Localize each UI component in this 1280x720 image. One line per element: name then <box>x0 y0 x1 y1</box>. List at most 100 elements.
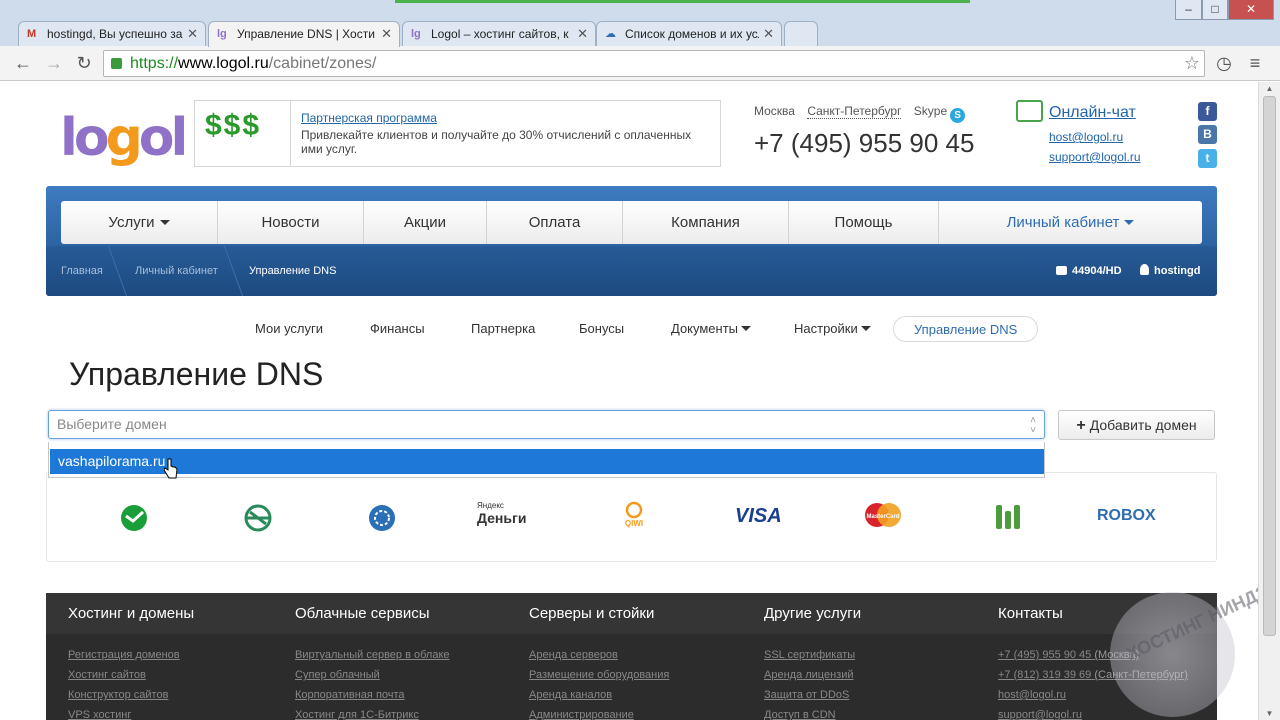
subnav-label: Документы <box>671 321 739 336</box>
domain-option[interactable]: vashapilorama.ru <box>50 449 1044 474</box>
back-arrow-icon[interactable]: ← <box>13 54 33 74</box>
domain-select[interactable]: Выберите домен ˄ ˅ <box>48 410 1045 439</box>
sberbank-icon <box>119 503 149 533</box>
breadcrumb-separator <box>98 246 128 296</box>
footer-link[interactable]: SSL сертификаты <box>764 645 855 665</box>
scrollbar-thumb[interactable] <box>1263 96 1276 636</box>
skype-link[interactable]: Skype <box>914 104 947 118</box>
history-clock-icon[interactable]: ◷ <box>1214 54 1234 74</box>
nav-help[interactable]: Помощь <box>789 201 939 244</box>
account-user[interactable]: hostingd <box>1140 246 1200 296</box>
promo-description: Привлекайте клиентов и получайте до 30% … <box>301 128 692 156</box>
tab-title: hostingd, Вы успешно за <box>47 27 183 41</box>
close-icon[interactable]: ✕ <box>577 26 588 42</box>
browser-tab-gmail[interactable]: M hostingd, Вы успешно за ✕ <box>18 21 206 46</box>
logo-part: ol <box>138 108 189 168</box>
yandex-money-logo: Яндекс Деньги <box>477 501 526 531</box>
close-icon[interactable]: ✕ <box>381 26 392 42</box>
yandex-money-label: Деньги <box>477 510 527 526</box>
minimize-icon[interactable]: – <box>1175 0 1202 20</box>
mastercard-label: MasterCard <box>866 514 899 520</box>
subnav-finance[interactable]: Финансы <box>370 316 425 342</box>
city-spb[interactable]: Санкт-Петербург <box>807 104 902 119</box>
footer-link[interactable]: Аренда серверов <box>529 645 669 665</box>
robox-logo: ROBOX <box>1097 507 1156 524</box>
scroll-down-icon[interactable]: ▼ <box>1259 709 1280 718</box>
scroll-up-icon[interactable]: ▲ <box>1259 84 1280 93</box>
subnav-bonuses[interactable]: Бонусы <box>579 316 624 342</box>
partner-program-link[interactable]: Партнерская программа <box>301 111 437 125</box>
footer-link[interactable]: Хостинг для 1С-Битрикс <box>295 705 450 720</box>
nav-news[interactable]: Новости <box>218 201 364 244</box>
breadcrumb-home[interactable]: Главная <box>61 246 103 296</box>
city-moscow[interactable]: Москва <box>754 104 795 118</box>
footer-link[interactable]: Виртуальный сервер в облаке <box>295 645 450 665</box>
footer-col-servers: Серверы и стойки Аренда серверов Размеще… <box>507 593 742 720</box>
close-icon[interactable]: ✕ <box>763 26 774 42</box>
browser-tab-dns[interactable]: lg Управление DNS | Хости ✕ <box>208 21 400 47</box>
add-domain-button[interactable]: + Добавить домен <box>1058 410 1215 440</box>
footer-link[interactable]: Аренда лицензий <box>764 665 855 685</box>
address-bar[interactable]: https://www.logol.ru/cabinet/zones/ ☆ <box>103 50 1205 77</box>
footer-link[interactable]: Регистрация доменов <box>68 645 180 665</box>
email-support-link[interactable]: support@logol.ru <box>1049 150 1141 164</box>
footer-link[interactable]: Аренда каналов <box>529 685 669 705</box>
page-content: logol $$$ Партнерская программа Привлека… <box>0 82 1258 720</box>
footer-heading: Облачные сервисы <box>273 593 507 634</box>
subnav-dns[interactable]: Управление DNS <box>893 316 1039 342</box>
close-icon[interactable]: ✕ <box>187 26 198 42</box>
chat-icon[interactable] <box>1016 100 1043 122</box>
subnav-settings[interactable]: Настройки <box>794 316 871 342</box>
breadcrumb: Главная Личный кабинет Управление DNS 44… <box>46 246 1217 296</box>
footer-link[interactable]: Конструктор сайтов <box>68 685 180 705</box>
nav-company[interactable]: Компания <box>623 201 789 244</box>
browser-tab-logol[interactable]: lg Logol – хостинг сайтов, к ✕ <box>402 21 596 46</box>
footer-link[interactable]: Администрирование <box>529 705 669 720</box>
bookmark-star-icon[interactable]: ☆ <box>1184 51 1200 76</box>
facebook-icon[interactable]: f <box>1198 102 1217 121</box>
cloud-icon: ☁ <box>605 28 616 40</box>
footer-link[interactable]: +7 (495) 955 90 45 <box>998 649 1091 661</box>
page-scrollbar[interactable]: ▲ ▼ <box>1258 82 1280 720</box>
footer-link[interactable]: Защита от DDoS <box>764 685 855 705</box>
new-tab-button[interactable] <box>784 21 818 46</box>
forward-arrow-icon[interactable]: → <box>44 54 64 74</box>
nav-promotions[interactable]: Акции <box>364 201 487 244</box>
email-host-link[interactable]: host@logol.ru <box>1049 130 1123 144</box>
subnav-partner[interactable]: Партнерка <box>471 316 535 342</box>
nav-label: Личный кабинет <box>1006 214 1120 231</box>
footer-col-cloud: Облачные сервисы Виртуальный сервер в об… <box>273 593 507 720</box>
online-chat-link[interactable]: Онлайн-чат <box>1049 104 1136 122</box>
nav-payment[interactable]: Оплата <box>487 201 623 244</box>
nav-label: Услуги <box>108 214 155 231</box>
logol-favicon-icon: lg <box>411 28 421 40</box>
reload-icon[interactable]: ↻ <box>74 54 94 74</box>
subnav-my-services[interactable]: Мои услуги <box>255 316 323 342</box>
nav-label: Акции <box>404 214 446 231</box>
skype-icon[interactable]: S <box>950 108 966 123</box>
footer-link[interactable]: +7 (812) 319 39 69 <box>998 669 1091 681</box>
payment-globe-icon <box>241 503 275 533</box>
footer-link[interactable]: Корпоративная почта <box>295 685 450 705</box>
nav-label: Компания <box>671 214 740 231</box>
footer-link[interactable]: Супер облачный <box>295 665 450 685</box>
logol-logo[interactable]: logol <box>60 108 189 168</box>
footer-link[interactable]: Хостинг сайтов <box>68 665 180 685</box>
nav-services[interactable]: Услуги <box>61 201 218 244</box>
breadcrumb-account[interactable]: Личный кабинет <box>135 246 218 296</box>
window-close-icon[interactable]: ✕ <box>1228 0 1274 20</box>
nav-personal-account[interactable]: Личный кабинет <box>939 201 1202 244</box>
dollar-signs-icon: $$$ <box>195 101 291 166</box>
footer-link[interactable]: Размещение оборудования <box>529 665 669 685</box>
subnav-documents[interactable]: Документы <box>671 316 752 342</box>
partner-promo-banner[interactable]: $$$ Партнерская программа Привлекайте кл… <box>194 100 721 167</box>
menu-icon[interactable]: ≡ <box>1245 54 1265 74</box>
browser-tab-domains[interactable]: ☁ Список доменов и их усл ✕ <box>596 21 782 46</box>
vkontakte-icon[interactable]: B <box>1198 125 1217 144</box>
maximize-icon[interactable]: □ <box>1202 0 1228 20</box>
visa-logo: VISA <box>735 505 782 527</box>
footer-link[interactable]: VPS хостинг <box>68 705 180 720</box>
account-balance[interactable]: 44904/HD <box>1056 246 1122 296</box>
footer-link[interactable]: Доступ в CDN <box>764 705 855 720</box>
twitter-icon[interactable]: t <box>1198 149 1217 168</box>
